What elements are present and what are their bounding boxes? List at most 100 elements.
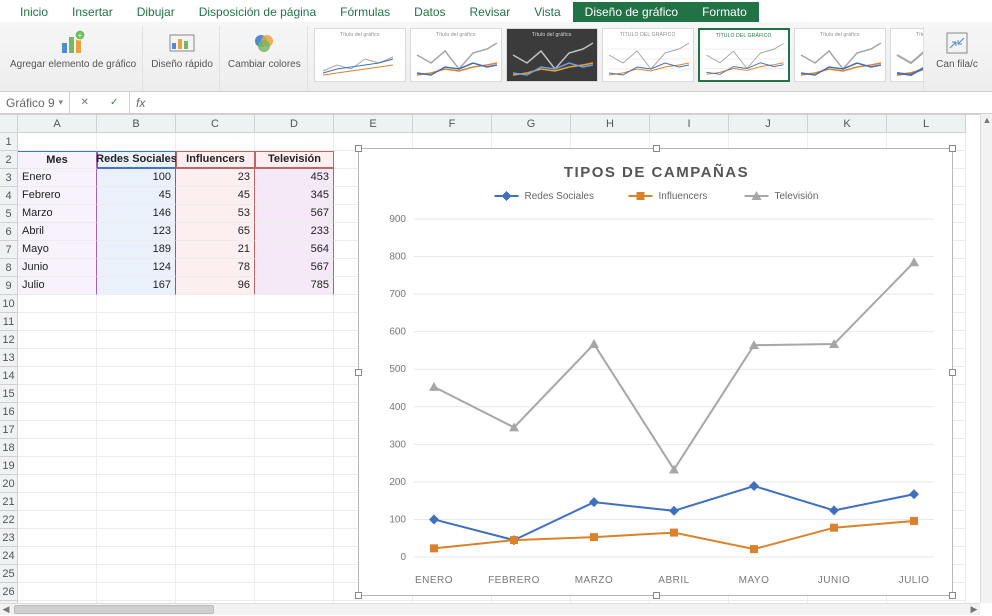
- cell-A6[interactable]: Abril: [18, 223, 97, 241]
- resize-handle-nw[interactable]: [355, 145, 362, 152]
- cell-D25[interactable]: [255, 565, 334, 583]
- resize-handle-s[interactable]: [653, 592, 660, 599]
- cell-B23[interactable]: [97, 529, 176, 547]
- cell-C13[interactable]: [176, 349, 255, 367]
- cell-B4[interactable]: 45: [97, 187, 176, 205]
- cell-A2[interactable]: Mes: [18, 151, 97, 169]
- cell-B9[interactable]: 167: [97, 277, 176, 295]
- scroll-left-icon[interactable]: ◀: [0, 604, 12, 616]
- chart-object[interactable]: TIPOS DE CAMPAÑASRedes SocialesInfluence…: [358, 148, 953, 596]
- row-header-2[interactable]: 2: [0, 151, 18, 169]
- cell-B19[interactable]: [97, 457, 176, 475]
- cell-D21[interactable]: [255, 493, 334, 511]
- cell-B21[interactable]: [97, 493, 176, 511]
- cell-D26[interactable]: [255, 583, 334, 601]
- resize-handle-n[interactable]: [653, 145, 660, 152]
- cell-A21[interactable]: [18, 493, 97, 511]
- cell-A7[interactable]: Mayo: [18, 241, 97, 259]
- cell-A22[interactable]: [18, 511, 97, 529]
- confirm-icon[interactable]: ✓: [110, 97, 118, 108]
- scroll-up-icon[interactable]: ▲: [981, 114, 992, 126]
- cell-B5[interactable]: 146: [97, 205, 176, 223]
- horizontal-scrollbar[interactable]: ◀ ▶: [0, 603, 980, 615]
- cell-C18[interactable]: [176, 439, 255, 457]
- resize-handle-se[interactable]: [949, 592, 956, 599]
- cell-D2[interactable]: Televisión: [255, 151, 334, 169]
- cell-B20[interactable]: [97, 475, 176, 493]
- cell-A14[interactable]: [18, 367, 97, 385]
- tab-vista[interactable]: Vista: [522, 2, 572, 22]
- cell-D11[interactable]: [255, 313, 334, 331]
- row-header-11[interactable]: 11: [0, 313, 18, 331]
- cell-B18[interactable]: [97, 439, 176, 457]
- cell-A24[interactable]: [18, 547, 97, 565]
- col-header-B[interactable]: B: [97, 115, 176, 133]
- cell-D15[interactable]: [255, 385, 334, 403]
- cancel-icon[interactable]: ✕: [81, 97, 89, 108]
- col-header-A[interactable]: A: [18, 115, 97, 133]
- chart-styles-gallery[interactable]: Título del gráfico Título del gráfico Tí…: [310, 26, 924, 91]
- cell-B10[interactable]: [97, 295, 176, 313]
- col-header-K[interactable]: K: [808, 115, 887, 133]
- cell-D14[interactable]: [255, 367, 334, 385]
- style-thumb-6[interactable]: Título del gráfico: [794, 28, 886, 82]
- select-all-corner[interactable]: [0, 115, 18, 133]
- cell-C21[interactable]: [176, 493, 255, 511]
- row-header-12[interactable]: 12: [0, 331, 18, 349]
- cell-D1[interactable]: [255, 133, 334, 151]
- cell-B16[interactable]: [97, 403, 176, 421]
- col-header-I[interactable]: I: [650, 115, 729, 133]
- cell-B15[interactable]: [97, 385, 176, 403]
- tab-formulas[interactable]: Fórmulas: [328, 2, 402, 22]
- row-header-17[interactable]: 17: [0, 421, 18, 439]
- name-box[interactable]: Gráfico 9 ▾: [0, 92, 70, 113]
- cell-A13[interactable]: [18, 349, 97, 367]
- cell-A1[interactable]: [18, 133, 97, 151]
- row-header-19[interactable]: 19: [0, 457, 18, 475]
- btn-quick-layout[interactable]: Diseño rápido: [145, 26, 220, 91]
- cell-B24[interactable]: [97, 547, 176, 565]
- row-header-24[interactable]: 24: [0, 547, 18, 565]
- cell-C6[interactable]: 65: [176, 223, 255, 241]
- cell-C26[interactable]: [176, 583, 255, 601]
- cell-D23[interactable]: [255, 529, 334, 547]
- cell-A10[interactable]: [18, 295, 97, 313]
- cell-C3[interactable]: 23: [176, 169, 255, 187]
- col-header-J[interactable]: J: [729, 115, 808, 133]
- cell-B8[interactable]: 124: [97, 259, 176, 277]
- cell-D13[interactable]: [255, 349, 334, 367]
- cell-C14[interactable]: [176, 367, 255, 385]
- cell-C20[interactable]: [176, 475, 255, 493]
- cell-C23[interactable]: [176, 529, 255, 547]
- row-header-23[interactable]: 23: [0, 529, 18, 547]
- resize-handle-ne[interactable]: [949, 145, 956, 152]
- btn-change-colors[interactable]: Cambiar colores: [222, 26, 308, 91]
- formula-input[interactable]: [149, 92, 992, 113]
- cell-B26[interactable]: [97, 583, 176, 601]
- cell-C22[interactable]: [176, 511, 255, 529]
- cell-A25[interactable]: [18, 565, 97, 583]
- style-thumb-5-selected[interactable]: TÍTULO DEL GRÁFICO: [698, 28, 790, 82]
- cell-B25[interactable]: [97, 565, 176, 583]
- cell-C1[interactable]: [176, 133, 255, 151]
- cell-B14[interactable]: [97, 367, 176, 385]
- cell-C19[interactable]: [176, 457, 255, 475]
- cell-D10[interactable]: [255, 295, 334, 313]
- cell-C10[interactable]: [176, 295, 255, 313]
- cell-A16[interactable]: [18, 403, 97, 421]
- cell-B2[interactable]: Redes Sociales: [97, 151, 176, 169]
- row-header-25[interactable]: 25: [0, 565, 18, 583]
- tab-revisar[interactable]: Revisar: [458, 2, 523, 22]
- cell-B11[interactable]: [97, 313, 176, 331]
- scroll-right-icon[interactable]: ▶: [968, 604, 980, 616]
- col-header-G[interactable]: G: [492, 115, 571, 133]
- row-header-18[interactable]: 18: [0, 439, 18, 457]
- col-header-D[interactable]: D: [255, 115, 334, 133]
- resize-handle-e[interactable]: [949, 369, 956, 376]
- col-header-C[interactable]: C: [176, 115, 255, 133]
- cell-A8[interactable]: Junio: [18, 259, 97, 277]
- cell-A12[interactable]: [18, 331, 97, 349]
- cell-B13[interactable]: [97, 349, 176, 367]
- cell-A17[interactable]: [18, 421, 97, 439]
- cell-D5[interactable]: 567: [255, 205, 334, 223]
